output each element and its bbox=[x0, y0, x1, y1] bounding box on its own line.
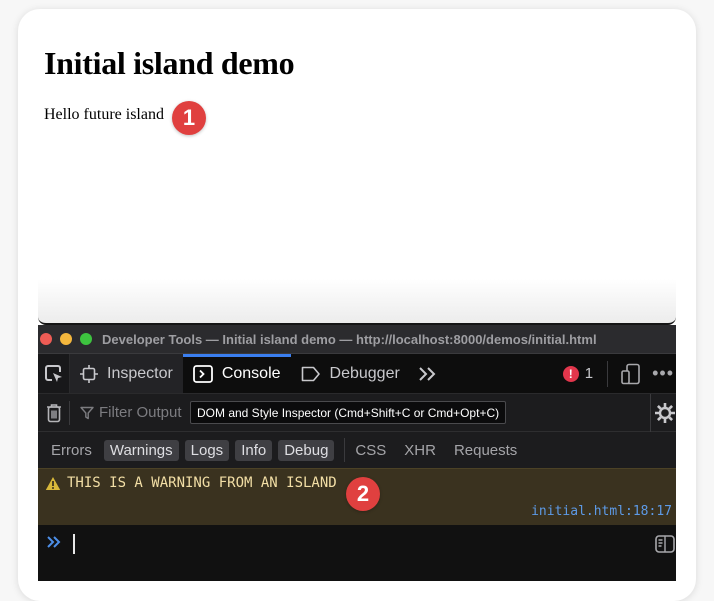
minimize-window-button[interactable] bbox=[60, 333, 72, 345]
console-filter-bar: Filter Output DOM and Style Inspector (C… bbox=[38, 394, 676, 432]
annotation-badge-2: 2 bbox=[346, 477, 380, 511]
page-title: Initial island demo bbox=[44, 45, 295, 81]
devtools-toolbar: Inspector Console Debugger ! 1 ••• bbox=[38, 354, 676, 394]
browser-window: Initial island demo Hello future island … bbox=[18, 9, 696, 601]
filter-icon bbox=[80, 406, 94, 419]
filter-placeholder: Filter Output bbox=[99, 404, 182, 421]
filter-divider bbox=[344, 438, 346, 462]
filter-output-input[interactable]: Filter Output bbox=[80, 404, 182, 421]
filter-errors[interactable]: Errors bbox=[45, 440, 98, 461]
message-source-link[interactable]: initial.html:18:17 bbox=[531, 504, 672, 519]
prompt-chevron-icon bbox=[47, 536, 61, 548]
log-level-filters: Errors Warnings Logs Info Debug CSS XHR … bbox=[38, 432, 676, 468]
console-icon bbox=[192, 364, 213, 383]
responsive-design-button[interactable] bbox=[608, 363, 652, 385]
page-paragraph: Hello future island bbox=[44, 106, 164, 123]
filter-debug[interactable]: Debug bbox=[278, 439, 335, 461]
filter-warnings[interactable]: Warnings bbox=[103, 439, 179, 461]
more-options-button[interactable]: ••• bbox=[652, 363, 676, 384]
error-icon: ! bbox=[562, 365, 579, 382]
responsive-design-icon bbox=[621, 363, 640, 384]
tab-debugger[interactable]: Debugger bbox=[291, 354, 410, 393]
warning-message-text: THIS IS A WARNING FROM AN ISLAND bbox=[67, 475, 337, 491]
more-tabs-button[interactable] bbox=[410, 354, 446, 393]
close-window-button[interactable] bbox=[40, 333, 52, 345]
filter-xhr[interactable]: XHR bbox=[404, 442, 436, 459]
console-input[interactable] bbox=[38, 525, 676, 581]
trash-icon bbox=[46, 403, 61, 422]
gear-icon bbox=[655, 403, 675, 423]
editor-mode-toggle-icon[interactable] bbox=[655, 535, 675, 553]
error-count: 1 bbox=[584, 365, 594, 382]
warning-icon bbox=[45, 476, 61, 490]
devtools-titlebar: Developer Tools — Initial island demo — … bbox=[38, 325, 676, 354]
filter-logs[interactable]: Logs bbox=[184, 439, 230, 461]
text-caret bbox=[73, 534, 75, 554]
devtools-panel: Developer Tools — Initial island demo — … bbox=[38, 325, 676, 581]
error-count-button[interactable]: ! 1 bbox=[562, 360, 609, 387]
tab-inspector[interactable]: Inspector bbox=[70, 354, 183, 393]
filter-requests[interactable]: Requests bbox=[454, 442, 517, 459]
filter-info[interactable]: Info bbox=[235, 439, 273, 461]
tab-console[interactable]: Console bbox=[182, 354, 291, 393]
element-picker-icon bbox=[44, 364, 62, 382]
tab-inspector-label: Inspector bbox=[107, 364, 173, 382]
devtools-window-title: Developer Tools — Initial island demo — … bbox=[102, 331, 597, 347]
double-chevron-right-icon bbox=[419, 366, 436, 381]
tab-console-label: Console bbox=[221, 364, 281, 382]
inspector-tooltip: DOM and Style Inspector (Cmd+Shift+C or … bbox=[190, 401, 507, 424]
maximize-window-button[interactable] bbox=[80, 333, 92, 345]
page-viewport-edge bbox=[38, 279, 676, 325]
filter-css[interactable]: CSS bbox=[355, 442, 386, 459]
debugger-icon bbox=[301, 366, 321, 382]
annotation-badge-1: 1 bbox=[172, 101, 206, 135]
inspector-icon bbox=[80, 364, 98, 383]
element-picker-button[interactable] bbox=[38, 354, 70, 393]
console-settings-button[interactable] bbox=[650, 394, 676, 432]
tab-debugger-label: Debugger bbox=[329, 364, 400, 382]
clear-console-button[interactable] bbox=[38, 400, 70, 425]
